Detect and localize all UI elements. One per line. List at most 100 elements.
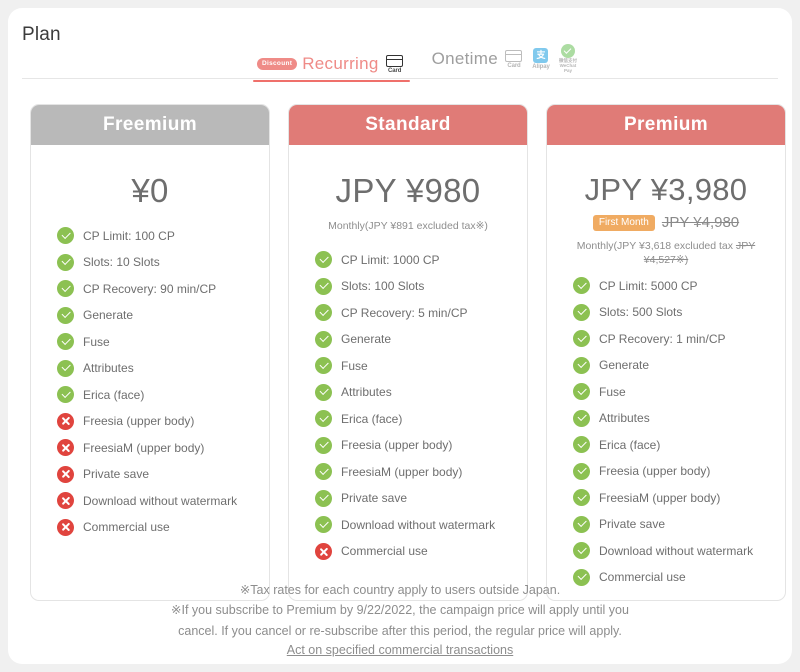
feature-label: Freesia (upper body) bbox=[599, 464, 710, 478]
check-circle-icon bbox=[315, 251, 332, 268]
feature-list: CP Limit: 5000 CPSlots: 500 SlotsCP Reco… bbox=[559, 277, 773, 586]
check-circle-icon bbox=[57, 360, 74, 377]
feature-label: Fuse bbox=[341, 359, 368, 373]
feature-row: Erica (face) bbox=[315, 410, 515, 427]
feature-label: CP Recovery: 5 min/CP bbox=[341, 306, 468, 320]
tab-recurring[interactable]: Discount Recurring Card bbox=[253, 54, 410, 80]
feature-list: CP Limit: 100 CP Slots: 10 Slots CP Recove… bbox=[43, 227, 257, 536]
discount-badge: Discount bbox=[257, 58, 297, 70]
feature-label: CP Limit: 1000 CP bbox=[341, 253, 440, 267]
feature-row: Generate bbox=[573, 357, 773, 374]
feature-row: Download without watermark bbox=[573, 542, 773, 559]
feature-row: Private save bbox=[57, 466, 257, 483]
feature-row: Slots: 10 Slots bbox=[57, 254, 257, 271]
card-glyph bbox=[505, 50, 522, 62]
feature-row: Erica (face) bbox=[57, 386, 257, 403]
feature-row: CP Limit: 1000 CP bbox=[315, 251, 515, 268]
check-circle-icon bbox=[315, 410, 332, 427]
feature-row: CP Recovery: 1 min/CP bbox=[573, 330, 773, 347]
check-circle-icon bbox=[573, 542, 590, 559]
page-title: Plan bbox=[22, 24, 61, 46]
feature-row: Download without watermark bbox=[315, 516, 515, 533]
wechat-pay-icon: 微信支付 WeChat Pay bbox=[557, 44, 579, 74]
feature-label: CP Recovery: 90 min/CP bbox=[83, 282, 216, 296]
feature-row: FreesiaM (upper body) bbox=[315, 463, 515, 480]
plan-card-standard[interactable]: StandardJPY ¥980Monthly(JPY ¥891 exclude… bbox=[288, 104, 528, 601]
alipay-icon-caption: Alipay bbox=[532, 64, 549, 70]
check-circle-icon bbox=[315, 437, 332, 454]
check-circle-icon bbox=[573, 357, 590, 374]
cross-circle-icon bbox=[57, 413, 74, 430]
feature-row: Private save bbox=[315, 490, 515, 507]
check-circle-icon bbox=[57, 307, 74, 324]
feature-row: Generate bbox=[315, 331, 515, 348]
footer-note-line: ※If you subscribe to Premium by 9/22/202… bbox=[22, 600, 778, 620]
footer-note-line: cancel. If you cancel or re-subscribe af… bbox=[22, 621, 778, 641]
feature-row: CP Recovery: 90 min/CP bbox=[57, 280, 257, 297]
feature-label: Erica (face) bbox=[599, 438, 660, 452]
wechat-pay-glyph bbox=[561, 44, 575, 58]
feature-label: FreesiaM (upper body) bbox=[83, 441, 204, 455]
feature-row: Fuse bbox=[573, 383, 773, 400]
feature-label: Commercial use bbox=[83, 520, 170, 534]
card-icon: Card bbox=[503, 50, 525, 69]
cross-circle-icon bbox=[57, 439, 74, 456]
check-circle-icon bbox=[315, 278, 332, 295]
card-icon-caption: Card bbox=[388, 68, 401, 74]
plan-card-freemium[interactable]: Freemium ¥0 CP Limit: 100 CP Slots: 10 Slot… bbox=[30, 104, 270, 601]
card-icon-caption: Card bbox=[507, 63, 520, 69]
feature-label: Freesia (upper body) bbox=[341, 438, 452, 452]
feature-row: CP Limit: 100 CP bbox=[57, 227, 257, 244]
plan-price: JPY ¥980 bbox=[301, 173, 515, 209]
check-circle-icon bbox=[315, 463, 332, 480]
plan-body-freemium: ¥0 CP Limit: 100 CP Slots: 10 Slots CP Reco… bbox=[31, 145, 269, 600]
feature-label: Erica (face) bbox=[341, 412, 402, 426]
plan-card-premium[interactable]: Premium JPY ¥3,980 First MonthJPY ¥4,980 Mo… bbox=[546, 104, 786, 601]
price-block: ¥0 bbox=[43, 145, 257, 209]
footer-notes: ※Tax rates for each country apply to use… bbox=[22, 580, 778, 659]
feature-label: Commercial use bbox=[341, 544, 428, 558]
cross-circle-icon bbox=[315, 543, 332, 560]
feature-row: FreesiaM (upper body) bbox=[57, 439, 257, 456]
plan-body-standard: JPY ¥980Monthly(JPY ¥891 excluded tax※)C… bbox=[289, 145, 527, 600]
feature-label: Slots: 100 Slots bbox=[341, 279, 424, 293]
feature-row: Commercial use bbox=[57, 519, 257, 536]
feature-row: Fuse bbox=[57, 333, 257, 350]
feature-label: Generate bbox=[599, 358, 649, 372]
plan-price: ¥0 bbox=[43, 173, 257, 209]
plan-price: JPY ¥3,980 bbox=[559, 173, 773, 207]
feature-row: Generate bbox=[57, 307, 257, 324]
check-circle-icon bbox=[57, 386, 74, 403]
price-note-text: Monthly(JPY ¥3,618 excluded tax bbox=[577, 240, 736, 252]
check-circle-icon bbox=[573, 383, 590, 400]
feature-label: Download without watermark bbox=[599, 544, 753, 558]
feature-row: CP Recovery: 5 min/CP bbox=[315, 304, 515, 321]
feature-row: Attributes bbox=[573, 410, 773, 427]
feature-label: FreesiaM (upper body) bbox=[599, 491, 720, 505]
feature-label: Attributes bbox=[599, 411, 650, 425]
feature-label: Fuse bbox=[599, 385, 626, 399]
plan-name: Premium bbox=[624, 114, 708, 136]
check-circle-icon bbox=[573, 436, 590, 453]
tab-onetime[interactable]: OnetimeCard支Alipay微信支付 WeChat Pay bbox=[428, 44, 583, 80]
tab-label: Recurring bbox=[302, 54, 378, 74]
feature-label: Erica (face) bbox=[83, 388, 144, 402]
check-circle-icon bbox=[573, 463, 590, 480]
plan-page-container: Plan DiscountRecurringCardOnetimeCard支Al… bbox=[8, 8, 792, 664]
check-circle-icon bbox=[315, 331, 332, 348]
check-circle-icon bbox=[315, 357, 332, 374]
check-circle-icon bbox=[315, 384, 332, 401]
check-circle-icon bbox=[573, 489, 590, 506]
plan-name: Freemium bbox=[103, 114, 197, 136]
check-circle-icon bbox=[57, 227, 74, 244]
cross-circle-icon bbox=[57, 519, 74, 536]
feature-label: Private save bbox=[83, 467, 149, 481]
plan-body-premium: JPY ¥3,980 First MonthJPY ¥4,980 Monthly(J… bbox=[547, 145, 785, 600]
footer-note-line: ※Tax rates for each country apply to use… bbox=[22, 580, 778, 600]
check-circle-icon bbox=[57, 254, 74, 271]
check-circle-icon bbox=[315, 304, 332, 321]
feature-label: Slots: 500 Slots bbox=[599, 305, 682, 319]
cross-circle-icon bbox=[57, 466, 74, 483]
commercial-transactions-link[interactable]: Act on specified commercial transactions bbox=[287, 643, 513, 657]
promo-row: First MonthJPY ¥4,980 bbox=[559, 214, 773, 231]
